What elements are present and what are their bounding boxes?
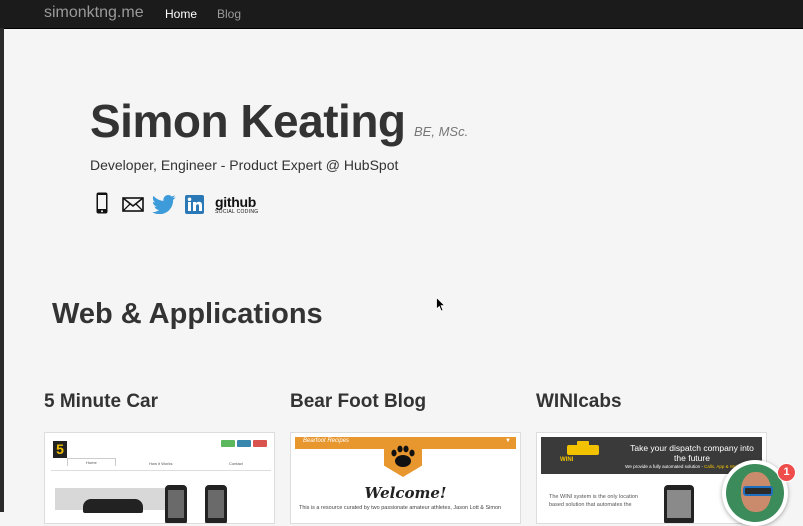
thumbnail-tab: How it Works xyxy=(149,461,173,466)
project-title-5-minute-car[interactable]: 5 Minute Car xyxy=(44,391,158,413)
project-title-bear-foot-blog[interactable]: Bear Foot Blog xyxy=(290,391,426,413)
intro-text: This is a resource curated by two passio… xyxy=(299,505,502,511)
hero-name: Simon Keating xyxy=(90,95,406,147)
subheadline-text: We provide a fully automated solution - xyxy=(625,464,705,469)
thumbnail-button xyxy=(253,440,267,447)
phone-mockup-image xyxy=(165,485,187,523)
project-thumbnail-5-minute-car[interactable]: 5 Home How it Works Contact xyxy=(44,432,275,524)
winicabs-banner: WINI Take your dispatch company into the… xyxy=(541,437,762,474)
caret-down-icon: ▼ xyxy=(505,438,511,444)
bearfoot-brand: Bearfoot Recipes xyxy=(303,438,350,444)
mouse-cursor-icon xyxy=(436,297,446,312)
winicabs-body-text: The WINI system is the only location bas… xyxy=(549,494,638,508)
thumbnail-button xyxy=(221,440,235,447)
wini-logo-text: WINI xyxy=(560,457,574,463)
nav-blog-link[interactable]: Blog xyxy=(217,7,241,21)
hero-degree: BE, MSc. xyxy=(414,124,469,139)
nav-home-link[interactable]: Home xyxy=(165,7,197,21)
avatar xyxy=(726,464,784,522)
bear-paw-icon xyxy=(391,445,415,467)
avatar-glasses xyxy=(743,486,773,496)
twitter-icon[interactable] xyxy=(152,195,176,214)
mail-icon[interactable] xyxy=(122,197,144,212)
section-title: Web & Applications xyxy=(52,298,323,330)
thumbnail-tab: Contact xyxy=(229,461,243,466)
hero-tagline: Developer, Engineer - Product Expert @ H… xyxy=(90,157,399,173)
car-image xyxy=(83,499,143,513)
phone-mockup-image xyxy=(664,485,694,523)
winicabs-headline: Take your dispatch company into the futu… xyxy=(630,443,754,463)
site-brand-link[interactable]: simonktng.me xyxy=(44,4,144,22)
notification-badge: 1 xyxy=(777,463,796,482)
linkedin-icon[interactable] xyxy=(185,195,204,214)
thumbnail-button xyxy=(237,440,251,447)
five-minute-car-logo: 5 xyxy=(53,441,67,458)
phone-mockup-image xyxy=(205,485,227,523)
welcome-heading: Welcome! xyxy=(364,484,447,502)
window-frame-edge xyxy=(0,28,4,512)
thumbnail-tabs: Home How it Works Contact xyxy=(51,458,271,471)
thumbnail-tab: Home xyxy=(67,458,116,466)
github-icon[interactable]: github SOCIAL CODING xyxy=(215,195,263,215)
github-logo-subtext: SOCIAL CODING xyxy=(215,209,259,215)
project-thumbnail-bear-foot-blog[interactable]: Bearfoot Recipes ▼ Welcome! This is a re… xyxy=(290,432,521,524)
taxi-sign-icon xyxy=(567,441,599,455)
project-title-winicabs[interactable]: WINIcabs xyxy=(536,391,622,413)
phone-icon[interactable] xyxy=(96,192,108,214)
bear-paw-badge xyxy=(384,439,422,477)
top-navbar: simonktng.me Home Blog xyxy=(0,0,803,29)
github-logo-text: github xyxy=(215,194,256,210)
